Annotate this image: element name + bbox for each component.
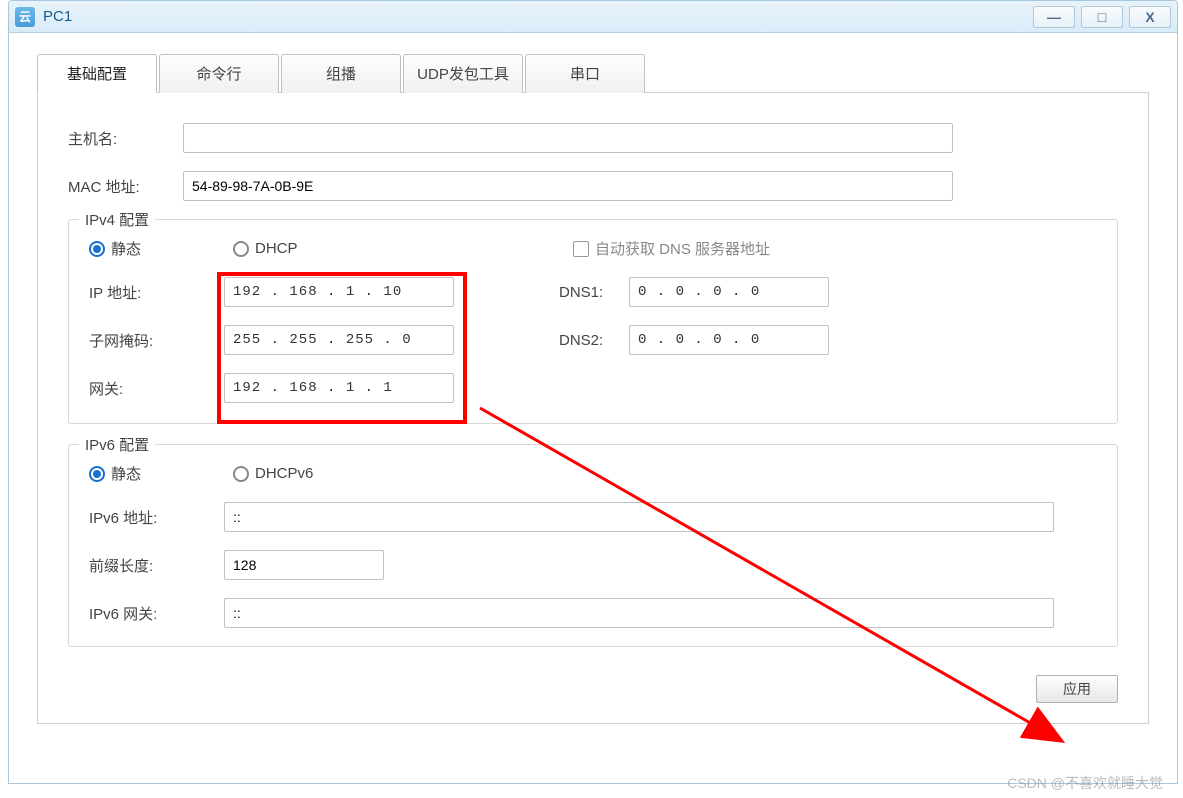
mac-row: MAC 地址: [68,171,1118,201]
ip-label: IP 地址: [89,282,224,303]
ipv4-legend: IPv4 配置 [79,209,155,230]
window-controls: — □ X [1033,6,1171,28]
ipv6-gw-label: IPv6 网关: [89,603,224,624]
app-icon: 云 [15,7,35,27]
tab-cli[interactable]: 命令行 [159,54,279,93]
subnet-mask-row: 子网掩码: 255 . 255 . 255 . 0 DNS2: 0 . 0 . … [89,325,1097,355]
ipv6-mode-row: 静态 DHCPv6 [89,463,1097,484]
dns2-label: DNS2: [559,332,629,349]
dns2-input[interactable]: 0 . 0 . 0 . 0 [629,325,829,355]
tab-bar: 基础配置 命令行 组播 UDP发包工具 串口 [37,53,1149,93]
apply-button[interactable]: 应用 [1036,675,1118,703]
tab-serial[interactable]: 串口 [525,54,645,93]
ip-input[interactable]: 192 . 168 . 1 . 10 [224,277,454,307]
tab-multicast[interactable]: 组播 [281,54,401,93]
ipv6-gw-input[interactable] [224,598,1054,628]
mac-label: MAC 地址: [68,176,183,197]
ipv6-prefix-label: 前缀长度: [89,555,224,576]
tab-basic-config[interactable]: 基础配置 [37,54,157,93]
mask-label: 子网掩码: [89,330,224,351]
content-area: 基础配置 命令行 组播 UDP发包工具 串口 主机名: MAC 地址: IPv4… [9,33,1177,739]
ipv6-prefix-row: 前缀长度: [89,550,1097,580]
gw-input[interactable]: 192 . 168 . 1 . 1 [224,373,454,403]
ipv6-fieldset: IPv6 配置 静态 DHCPv6 IPv6 地址: 前 [68,444,1118,647]
ipv6-dhcpv6-radio[interactable]: DHCPv6 [233,465,313,482]
gw-label: 网关: [89,378,224,399]
ipv6-prefix-input[interactable] [224,550,384,580]
auto-dns-checkbox[interactable]: 自动获取 DNS 服务器地址 [573,238,770,259]
ipv4-dhcp-radio[interactable]: DHCP [233,240,298,257]
app-window: 云 PC1 — □ X 基础配置 命令行 组播 UDP发包工具 串口 主机名: … [8,0,1178,784]
ipv6-legend: IPv6 配置 [79,434,155,455]
ipv4-fieldset: IPv4 配置 静态 DHCP [68,219,1118,424]
radio-icon [233,241,249,257]
radio-checked-icon [89,241,105,257]
dns1-label: DNS1: [559,284,629,301]
mac-input[interactable] [183,171,953,201]
close-button[interactable]: X [1129,6,1171,28]
ipv6-addr-row: IPv6 地址: [89,502,1097,532]
maximize-button[interactable]: □ [1081,6,1123,28]
hostname-row: 主机名: [68,123,1118,153]
ipv4-static-radio[interactable]: 静态 [89,238,141,259]
checkbox-icon [573,241,589,257]
tab-udp-tool[interactable]: UDP发包工具 [403,54,523,93]
ip-address-row: IP 地址: 192 . 168 . 1 . 10 DNS1: 0 . 0 . … [89,277,1097,307]
ipv6-addr-input[interactable] [224,502,1054,532]
minimize-button[interactable]: — [1033,6,1075,28]
mask-input[interactable]: 255 . 255 . 255 . 0 [224,325,454,355]
ipv4-mode-row: 静态 DHCP 自动获取 DNS 服务器地址 [89,238,1097,259]
hostname-input[interactable] [183,123,953,153]
gateway-row: 网关: 192 . 168 . 1 . 1 [89,373,1097,403]
window-title: PC1 [43,8,1033,25]
radio-icon [233,466,249,482]
radio-checked-icon [89,466,105,482]
ipv6-gw-row: IPv6 网关: [89,598,1097,628]
ipv6-addr-label: IPv6 地址: [89,507,224,528]
tab-body: 主机名: MAC 地址: IPv4 配置 静态 [37,93,1149,724]
dns1-input[interactable]: 0 . 0 . 0 . 0 [629,277,829,307]
ipv6-static-radio[interactable]: 静态 [89,463,141,484]
hostname-label: 主机名: [68,128,183,149]
titlebar: 云 PC1 — □ X [9,1,1177,33]
